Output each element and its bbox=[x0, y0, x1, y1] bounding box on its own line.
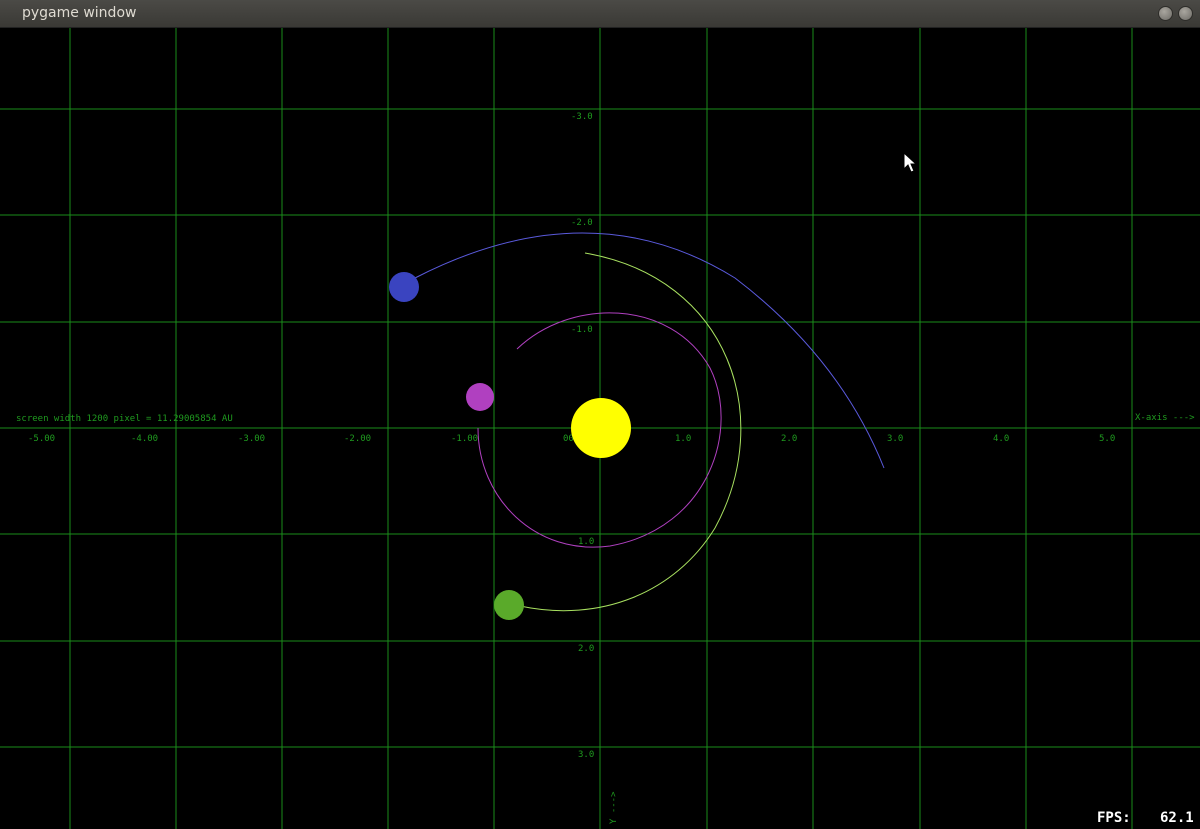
inner-planet bbox=[466, 383, 494, 411]
outer-planet bbox=[389, 272, 419, 302]
scale-text: screen width 1200 pixel = 11.29005854 AU bbox=[16, 414, 233, 424]
fps-label: FPS: bbox=[1097, 810, 1131, 826]
x-label: -2.00 bbox=[344, 434, 371, 444]
y-label: 3.0 bbox=[578, 750, 594, 760]
close-button[interactable] bbox=[1178, 6, 1193, 21]
x-label: -4.00 bbox=[131, 434, 158, 444]
x-axis-label: X-axis ---> bbox=[1135, 413, 1195, 423]
x-label: 5.0 bbox=[1099, 434, 1115, 444]
window-titlebar: pygame window bbox=[0, 0, 1200, 28]
x-label: 3.0 bbox=[887, 434, 903, 444]
sun bbox=[571, 398, 631, 458]
y-label: 2.0 bbox=[578, 644, 594, 654]
mouse-cursor-icon bbox=[903, 152, 917, 173]
x-label: -1.00 bbox=[451, 434, 478, 444]
pygame-canvas[interactable]: -5.00 -4.00 -3.00 -2.00 -1.00 00 1.0 2.0… bbox=[0, 28, 1200, 829]
x-label: -5.00 bbox=[28, 434, 55, 444]
x-label: 2.0 bbox=[781, 434, 797, 444]
y-label: -1.0 bbox=[571, 325, 593, 335]
minimize-button[interactable] bbox=[1158, 6, 1173, 21]
middle-planet bbox=[494, 590, 524, 620]
window-title: pygame window bbox=[22, 5, 137, 21]
x-label: 4.0 bbox=[993, 434, 1009, 444]
fps-value: 62.1 bbox=[1160, 810, 1194, 826]
y-label: 1.0 bbox=[578, 537, 594, 547]
simulation-view: -5.00 -4.00 -3.00 -2.00 -1.00 00 1.0 2.0… bbox=[0, 28, 1200, 829]
y-label: -2.0 bbox=[571, 218, 593, 228]
x-label: -3.00 bbox=[238, 434, 265, 444]
y-label: -3.0 bbox=[571, 112, 593, 122]
outer-orbit-trail bbox=[414, 232, 885, 469]
y-axis-label: Y ---> bbox=[609, 791, 619, 824]
x-label: 1.0 bbox=[675, 434, 691, 444]
